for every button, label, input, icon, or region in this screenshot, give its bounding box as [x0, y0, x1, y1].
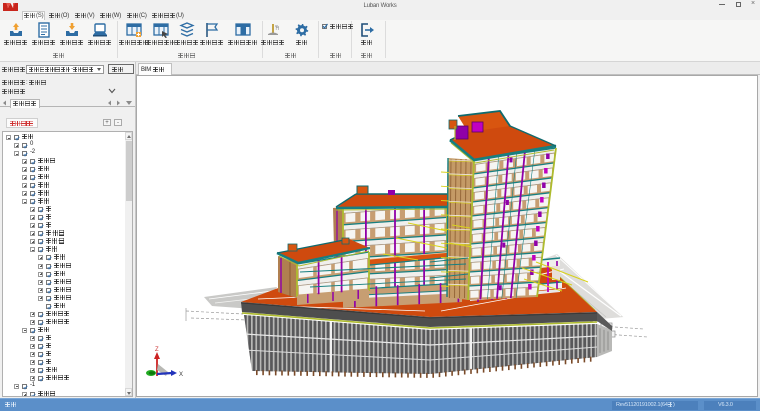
svg-text:X: X — [179, 372, 183, 378]
svg-text:Z: Z — [155, 347, 159, 353]
